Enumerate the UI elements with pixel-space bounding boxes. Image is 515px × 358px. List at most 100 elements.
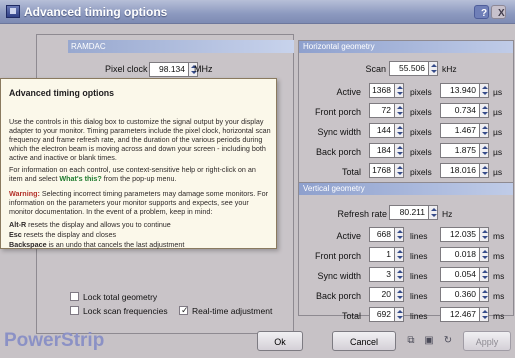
v-total-lines-spinner[interactable]	[394, 307, 404, 322]
v-active-lines-spinner[interactable]	[394, 227, 404, 242]
vertical-geometry-title: Vertical geometry	[299, 183, 513, 195]
whats-this-link[interactable]: What's this?	[59, 174, 101, 183]
refresh-rate-label: Refresh rate	[337, 209, 387, 219]
v-back-porch-lines-unit: lines	[410, 291, 428, 301]
key-alt-r: Alt-R	[9, 220, 27, 229]
h-front-porch-label: Front porch	[314, 107, 361, 117]
lock-scan-frequencies-checkbox[interactable]	[70, 306, 79, 315]
cancel-button[interactable]: Cancel	[332, 331, 396, 351]
v-total-lines-unit: lines	[410, 311, 428, 321]
v-sync-width-label: Sync width	[317, 271, 361, 281]
h-front-porch-pixels-field[interactable]: 72	[369, 103, 395, 118]
v-total-label: Total	[341, 311, 361, 321]
v-sync-width-time-spinner[interactable]	[479, 267, 489, 282]
h-front-porch-time-unit: µs	[493, 107, 503, 117]
h-active-pixels-field[interactable]: 1368	[369, 83, 395, 98]
app-icon	[6, 5, 20, 18]
h-back-porch-pixels-field[interactable]: 184	[369, 143, 395, 158]
h-back-porch-pixels-unit: pixels	[410, 147, 432, 157]
brand-logo: PowerStrip	[4, 330, 105, 351]
h-sync-width-time-field[interactable]: 1.467	[440, 123, 480, 138]
lock-scan-frequencies-label: Lock scan frequencies	[83, 306, 168, 316]
h-back-porch-time-field[interactable]: 1.875	[440, 143, 480, 158]
help-paragraph-2b: from the pop-up menu.	[101, 174, 177, 183]
ok-button[interactable]: Ok	[257, 331, 303, 351]
apply-button[interactable]: Apply	[463, 331, 511, 351]
v-sync-width-time-field[interactable]: 0.054	[440, 267, 480, 282]
help-popup-title: Advanced timing options	[9, 88, 115, 98]
key-esc: Esc	[9, 230, 22, 239]
v-sync-width-lines-spinner[interactable]	[394, 267, 404, 282]
h-front-porch-time-spinner[interactable]	[479, 103, 489, 118]
v-back-porch-lines-spinner[interactable]	[394, 287, 404, 302]
h-total-pixels-field[interactable]: 1768	[369, 163, 395, 178]
h-active-time-unit: µs	[493, 87, 503, 97]
h-back-porch-label: Back porch	[315, 147, 361, 157]
v-total-lines-field[interactable]: 692	[369, 307, 395, 322]
v-active-label: Active	[336, 231, 361, 241]
close-icon[interactable]: X	[491, 5, 506, 19]
h-sync-width-label: Sync width	[317, 127, 361, 137]
h-total-pixels-spinner[interactable]	[394, 163, 404, 178]
h-back-porch-pixels-spinner[interactable]	[394, 143, 404, 158]
v-front-porch-lines-unit: lines	[410, 251, 428, 261]
h-active-time-spinner[interactable]	[479, 83, 489, 98]
key-backspace-text: is an undo that cancels the last adjustm…	[46, 240, 185, 249]
scan-rate-field[interactable]: 55.506	[389, 61, 429, 76]
key-backspace: Backspace	[9, 240, 47, 249]
pixel-clock-field[interactable]: 98.134	[149, 62, 189, 77]
realtime-adjustment-label: Real-time adjustment	[192, 306, 273, 316]
h-active-pixels-spinner[interactable]	[394, 83, 404, 98]
v-back-porch-time-spinner[interactable]	[479, 287, 489, 302]
v-total-time-unit: ms	[493, 311, 505, 321]
h-back-porch-time-spinner[interactable]	[479, 143, 489, 158]
v-front-porch-time-spinner[interactable]	[479, 247, 489, 262]
v-front-porch-time-field[interactable]: 0.018	[440, 247, 480, 262]
v-front-porch-lines-field[interactable]: 1	[369, 247, 395, 262]
h-sync-width-time-unit: µs	[493, 127, 503, 137]
v-total-time-field[interactable]: 12.467	[440, 307, 480, 322]
refresh-rate-unit: Hz	[442, 209, 453, 219]
v-back-porch-time-field[interactable]: 0.360	[440, 287, 480, 302]
copy-icon[interactable]: ⧉	[405, 335, 417, 347]
paste-icon[interactable]: ▣	[423, 335, 435, 347]
refresh-rate-spinner[interactable]	[428, 205, 438, 220]
v-active-time-field[interactable]: 12.035	[440, 227, 480, 242]
lock-total-geometry-checkbox[interactable]	[70, 292, 79, 301]
lock-total-geometry-label: Lock total geometry	[83, 292, 158, 302]
h-back-porch-time-unit: µs	[493, 147, 503, 157]
h-sync-width-pixels-spinner[interactable]	[394, 123, 404, 138]
v-total-time-spinner[interactable]	[479, 307, 489, 322]
pixel-clock-unit: MHz	[194, 64, 213, 74]
refresh-icon[interactable]: ↻	[442, 335, 454, 347]
pixel-clock-label: Pixel clock	[105, 64, 148, 74]
h-active-time-field[interactable]: 13.940	[440, 83, 480, 98]
v-active-lines-field[interactable]: 668	[369, 227, 395, 242]
h-sync-width-time-spinner[interactable]	[479, 123, 489, 138]
help-key-1: Alt-R resets the display and allows you …	[9, 220, 271, 229]
h-front-porch-time-field[interactable]: 0.734	[440, 103, 480, 118]
scan-rate-spinner[interactable]	[428, 61, 438, 76]
v-front-porch-lines-spinner[interactable]	[394, 247, 404, 262]
h-total-time-unit: µs	[493, 167, 503, 177]
v-sync-width-lines-unit: lines	[410, 271, 428, 281]
key-esc-text: resets the display and closes	[21, 230, 117, 239]
window-title: Advanced timing options	[24, 5, 168, 19]
help-icon-button[interactable]: ?	[474, 5, 489, 19]
v-active-time-spinner[interactable]	[479, 227, 489, 242]
h-total-time-field[interactable]: 18.016	[440, 163, 480, 178]
horizontal-geometry-title: Horizontal geometry	[299, 41, 513, 53]
help-popup: Advanced timing options Use the controls…	[0, 78, 277, 249]
h-sync-width-pixels-field[interactable]: 144	[369, 123, 395, 138]
refresh-rate-field[interactable]: 80.211	[389, 205, 429, 220]
h-active-pixels-unit: pixels	[410, 87, 432, 97]
v-active-lines-unit: lines	[410, 231, 428, 241]
h-front-porch-pixels-spinner[interactable]	[394, 103, 404, 118]
realtime-adjustment-checkbox[interactable]	[179, 305, 189, 316]
scan-rate-unit: kHz	[442, 64, 457, 74]
help-paragraph-1: Use the controls in this dialog box to c…	[9, 117, 271, 162]
h-total-time-spinner[interactable]	[479, 163, 489, 178]
v-back-porch-label: Back porch	[315, 291, 361, 301]
v-sync-width-lines-field[interactable]: 3	[369, 267, 395, 282]
v-back-porch-lines-field[interactable]: 20	[369, 287, 395, 302]
